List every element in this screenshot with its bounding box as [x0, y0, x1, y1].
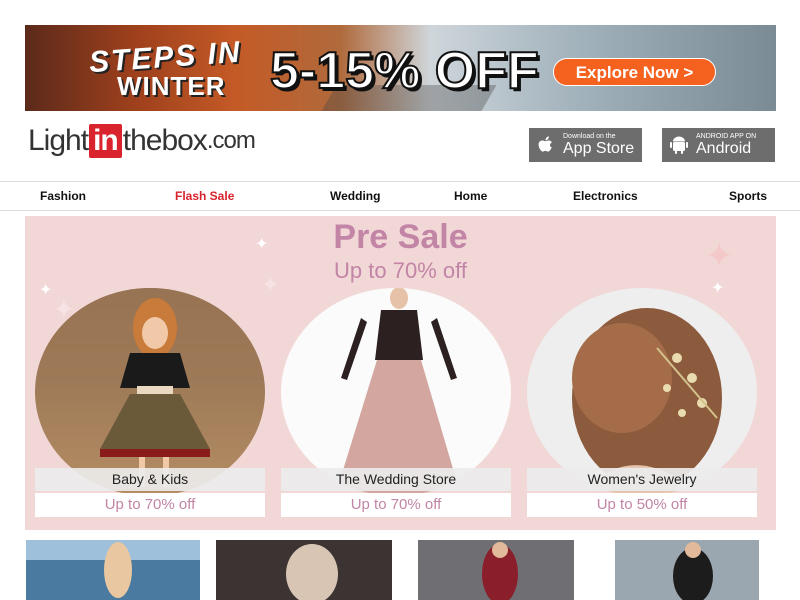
baby-kids-image — [35, 288, 265, 496]
nav-flash-sale[interactable]: Flash Sale — [175, 189, 234, 203]
presale-title: Pre Sale — [333, 218, 468, 256]
promo-banner[interactable]: STEPS IN WINTER 5-15% OFF Explore Now > — [25, 25, 776, 111]
presale-section: ✦ ✦ ✦ ✦ ✦ ✦ Pre Sale Up to 70% off Baby … — [25, 216, 776, 530]
apple-icon — [535, 134, 557, 156]
app-store-big: App Store — [563, 140, 635, 157]
card-offer: Up to 50% off — [527, 493, 757, 517]
card-label: Baby & Kids — [35, 468, 265, 491]
android-text: ANDROID APP ON Android — [696, 133, 756, 157]
product-photo[interactable] — [216, 540, 392, 600]
category-nav: Fashion Flash Sale Wedding Home Electron… — [0, 181, 800, 211]
android-big: Android — [696, 140, 752, 157]
product-photo[interactable] — [26, 540, 200, 600]
nav-fashion[interactable]: Fashion — [40, 189, 86, 203]
banner-winter: WINTER — [117, 71, 226, 101]
card-label: The Wedding Store — [281, 468, 511, 491]
logo-light: Light — [28, 124, 89, 157]
wedding-store-image — [281, 288, 511, 496]
site-logo[interactable]: Light in thebox .com — [28, 123, 256, 159]
category-card-womens-jewelry[interactable]: Women's Jewelry Up to 50% off — [519, 286, 759, 530]
app-store-button[interactable]: Download on the App Store — [529, 128, 642, 162]
category-card-baby-kids[interactable]: Baby & Kids Up to 70% off — [27, 286, 267, 530]
card-label: Women's Jewelry — [527, 468, 757, 491]
android-app-button[interactable]: ANDROID APP ON Android — [662, 128, 775, 162]
nav-electronics[interactable]: Electronics — [573, 189, 638, 203]
explore-now-button[interactable]: Explore Now > — [553, 58, 716, 86]
nav-sports[interactable]: Sports — [729, 189, 767, 203]
card-offer: Up to 70% off — [281, 493, 511, 517]
app-store-text: Download on the App Store — [563, 133, 634, 157]
nav-home[interactable]: Home — [454, 189, 487, 203]
presale-subtitle: Up to 70% off — [334, 258, 467, 283]
nav-wedding[interactable]: Wedding — [330, 189, 380, 203]
womens-jewelry-image — [527, 288, 757, 496]
logo-com: .com — [206, 127, 256, 154]
logo-thebox: thebox — [122, 124, 208, 157]
category-card-wedding-store[interactable]: The Wedding Store Up to 70% off — [273, 286, 513, 530]
android-icon — [668, 134, 690, 156]
banner-discount: 5-15% OFF — [269, 41, 540, 101]
product-photo[interactable] — [418, 540, 574, 600]
card-offer: Up to 70% off — [35, 493, 265, 517]
product-photo[interactable] — [615, 540, 759, 600]
logo-in: in — [89, 124, 122, 158]
